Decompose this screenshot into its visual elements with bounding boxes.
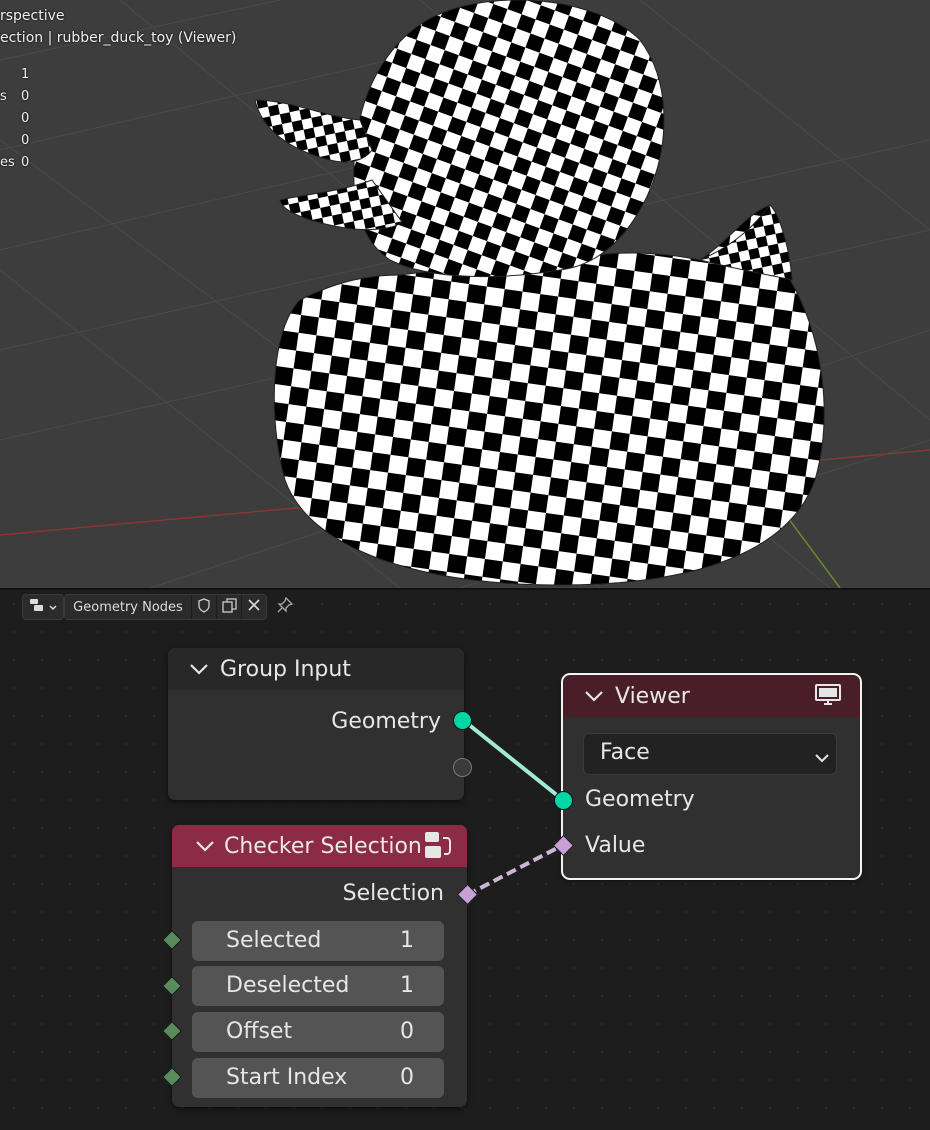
stat-value: 0 [21,155,30,170]
pin-button[interactable] [267,595,303,619]
domain-dropdown[interactable]: Face [583,733,837,775]
collapse-chevron-icon[interactable] [188,658,210,680]
field-label: Deselected [226,973,350,998]
node-tree-name-field[interactable]: Geometry Nodes [65,595,192,619]
group-input-node[interactable]: Group Input Geometry [168,648,464,800]
editor-type-button[interactable] [22,594,64,620]
group-input-header[interactable]: Group Input [168,648,464,690]
stat-value: 0 [21,111,30,126]
domain-dropdown-value: Face [600,740,650,765]
selected-field[interactable]: Selected 1 [192,921,444,961]
viewport-scene [0,0,930,588]
chevron-down-icon [49,600,57,615]
value-input-label: Value [585,833,646,858]
monitor-icon[interactable] [814,683,842,713]
field-value: 1 [400,973,414,998]
geometry-output-label: Geometry [331,709,441,734]
start-index-field[interactable]: Start Index 0 [192,1058,444,1098]
duplicate-icon [221,597,237,617]
viewport-object-label: ection | rubber_duck_toy (Viewer) [0,30,237,46]
collapse-chevron-icon[interactable] [194,835,216,857]
fake-user-button[interactable] [192,595,217,619]
field-label: Offset [226,1019,293,1044]
node-title: Group Input [220,656,351,682]
geometry-link[interactable] [461,718,565,802]
field-value: 0 [400,1065,414,1090]
stat-value: 0 [21,133,30,148]
field-label: Selected [226,928,322,953]
rubber-duck-mesh[interactable] [254,0,825,586]
node-title: Viewer [615,683,690,709]
geometry-input-label: Geometry [585,787,695,812]
field-value: 0 [400,1019,414,1044]
checker-selection-header[interactable]: Checker Selection [172,825,467,867]
viewport-mode-label: rspective [0,8,65,24]
stat-label: es [0,155,15,170]
fake-user-shield-icon [197,597,211,617]
selection-output-label: Selection [342,881,444,906]
editor-type-icon [29,598,45,616]
stat-label: s [0,89,7,104]
duplicate-button[interactable] [217,595,242,619]
selection-link[interactable] [466,843,564,897]
checker-selection-node[interactable]: Checker Selection Selection Selected 1 D… [172,825,467,1107]
offset-field[interactable]: Offset 0 [192,1012,444,1052]
field-value: 1 [400,928,414,953]
collapse-chevron-icon[interactable] [583,685,605,707]
stat-value: 0 [21,89,30,104]
deselected-field[interactable]: Deselected 1 [192,966,444,1006]
viewer-node[interactable]: Viewer Face Geometry Value [561,673,862,880]
stat-value: 1 [21,67,30,82]
3d-viewport[interactable]: rspective ection | rubber_duck_toy (View… [0,0,930,588]
unlink-button[interactable] [242,595,266,619]
field-label: Start Index [226,1065,348,1090]
node-title: Checker Selection [224,833,422,859]
close-icon [248,599,260,615]
node-editor-header: Geometry Nodes [22,594,303,620]
geometry-output-socket[interactable] [453,711,472,730]
node-group-icon[interactable] [423,830,453,866]
viewer-geometry-input-socket[interactable] [554,791,573,810]
pin-icon [277,596,294,617]
empty-output-socket[interactable] [453,758,472,777]
viewer-header[interactable]: Viewer [563,675,860,717]
chevron-down-icon [814,746,830,771]
